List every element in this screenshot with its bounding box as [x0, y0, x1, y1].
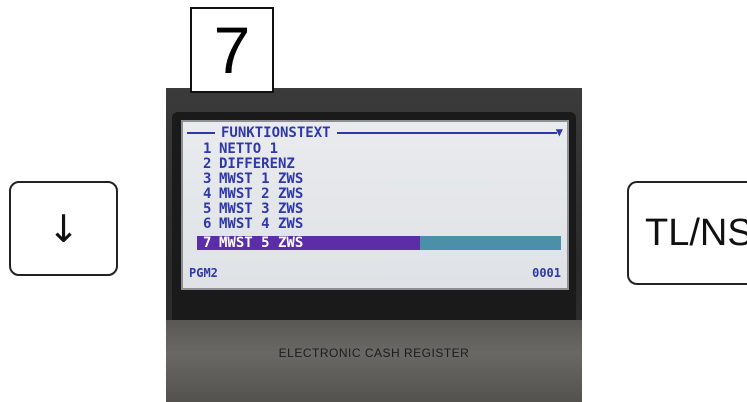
counter-value: 0001 [532, 266, 561, 280]
total-key-label: TL/NS [645, 211, 747, 254]
down-arrow-key[interactable]: ↓ [9, 181, 118, 276]
menu-item[interactable]: 6 MWST 4 ZWS [203, 217, 303, 231]
down-arrow-icon: ↓ [47, 206, 80, 251]
cash-register: FUNKTIONSTEXT ▼ 1 NETTO 1 2 DIFFERENZ 3 MWS… [166, 88, 582, 402]
lcd-title-bar: FUNKTIONSTEXT [187, 126, 557, 140]
menu-item[interactable]: 3 MWST 1 ZWS [203, 172, 303, 186]
title-divider-right [336, 132, 557, 134]
lcd-display: FUNKTIONSTEXT ▼ 1 NETTO 1 2 DIFFERENZ 3 MWS… [181, 120, 569, 290]
scroll-down-indicator-icon: ▼ [555, 125, 563, 139]
lcd-title: FUNKTIONSTEXT [221, 125, 331, 141]
title-divider-left [187, 132, 215, 134]
device-front-panel [166, 320, 582, 402]
menu-item-selected[interactable]: 7 MWST 5 ZWS [203, 236, 303, 250]
device-label: ELECTRONIC CASH REGISTER [278, 346, 470, 360]
total-key[interactable]: TL/NS [627, 181, 747, 285]
menu-item[interactable]: 5 MWST 3 ZWS [203, 202, 303, 216]
menu-item[interactable]: 2 DIFFERENZ [203, 157, 295, 171]
menu-item[interactable]: 4 MWST 2 ZWS [203, 187, 303, 201]
step-number-label: 7 [190, 7, 274, 93]
menu-item[interactable]: 1 NETTO 1 [203, 142, 278, 156]
program-mode-label: PGM2 [189, 266, 218, 280]
